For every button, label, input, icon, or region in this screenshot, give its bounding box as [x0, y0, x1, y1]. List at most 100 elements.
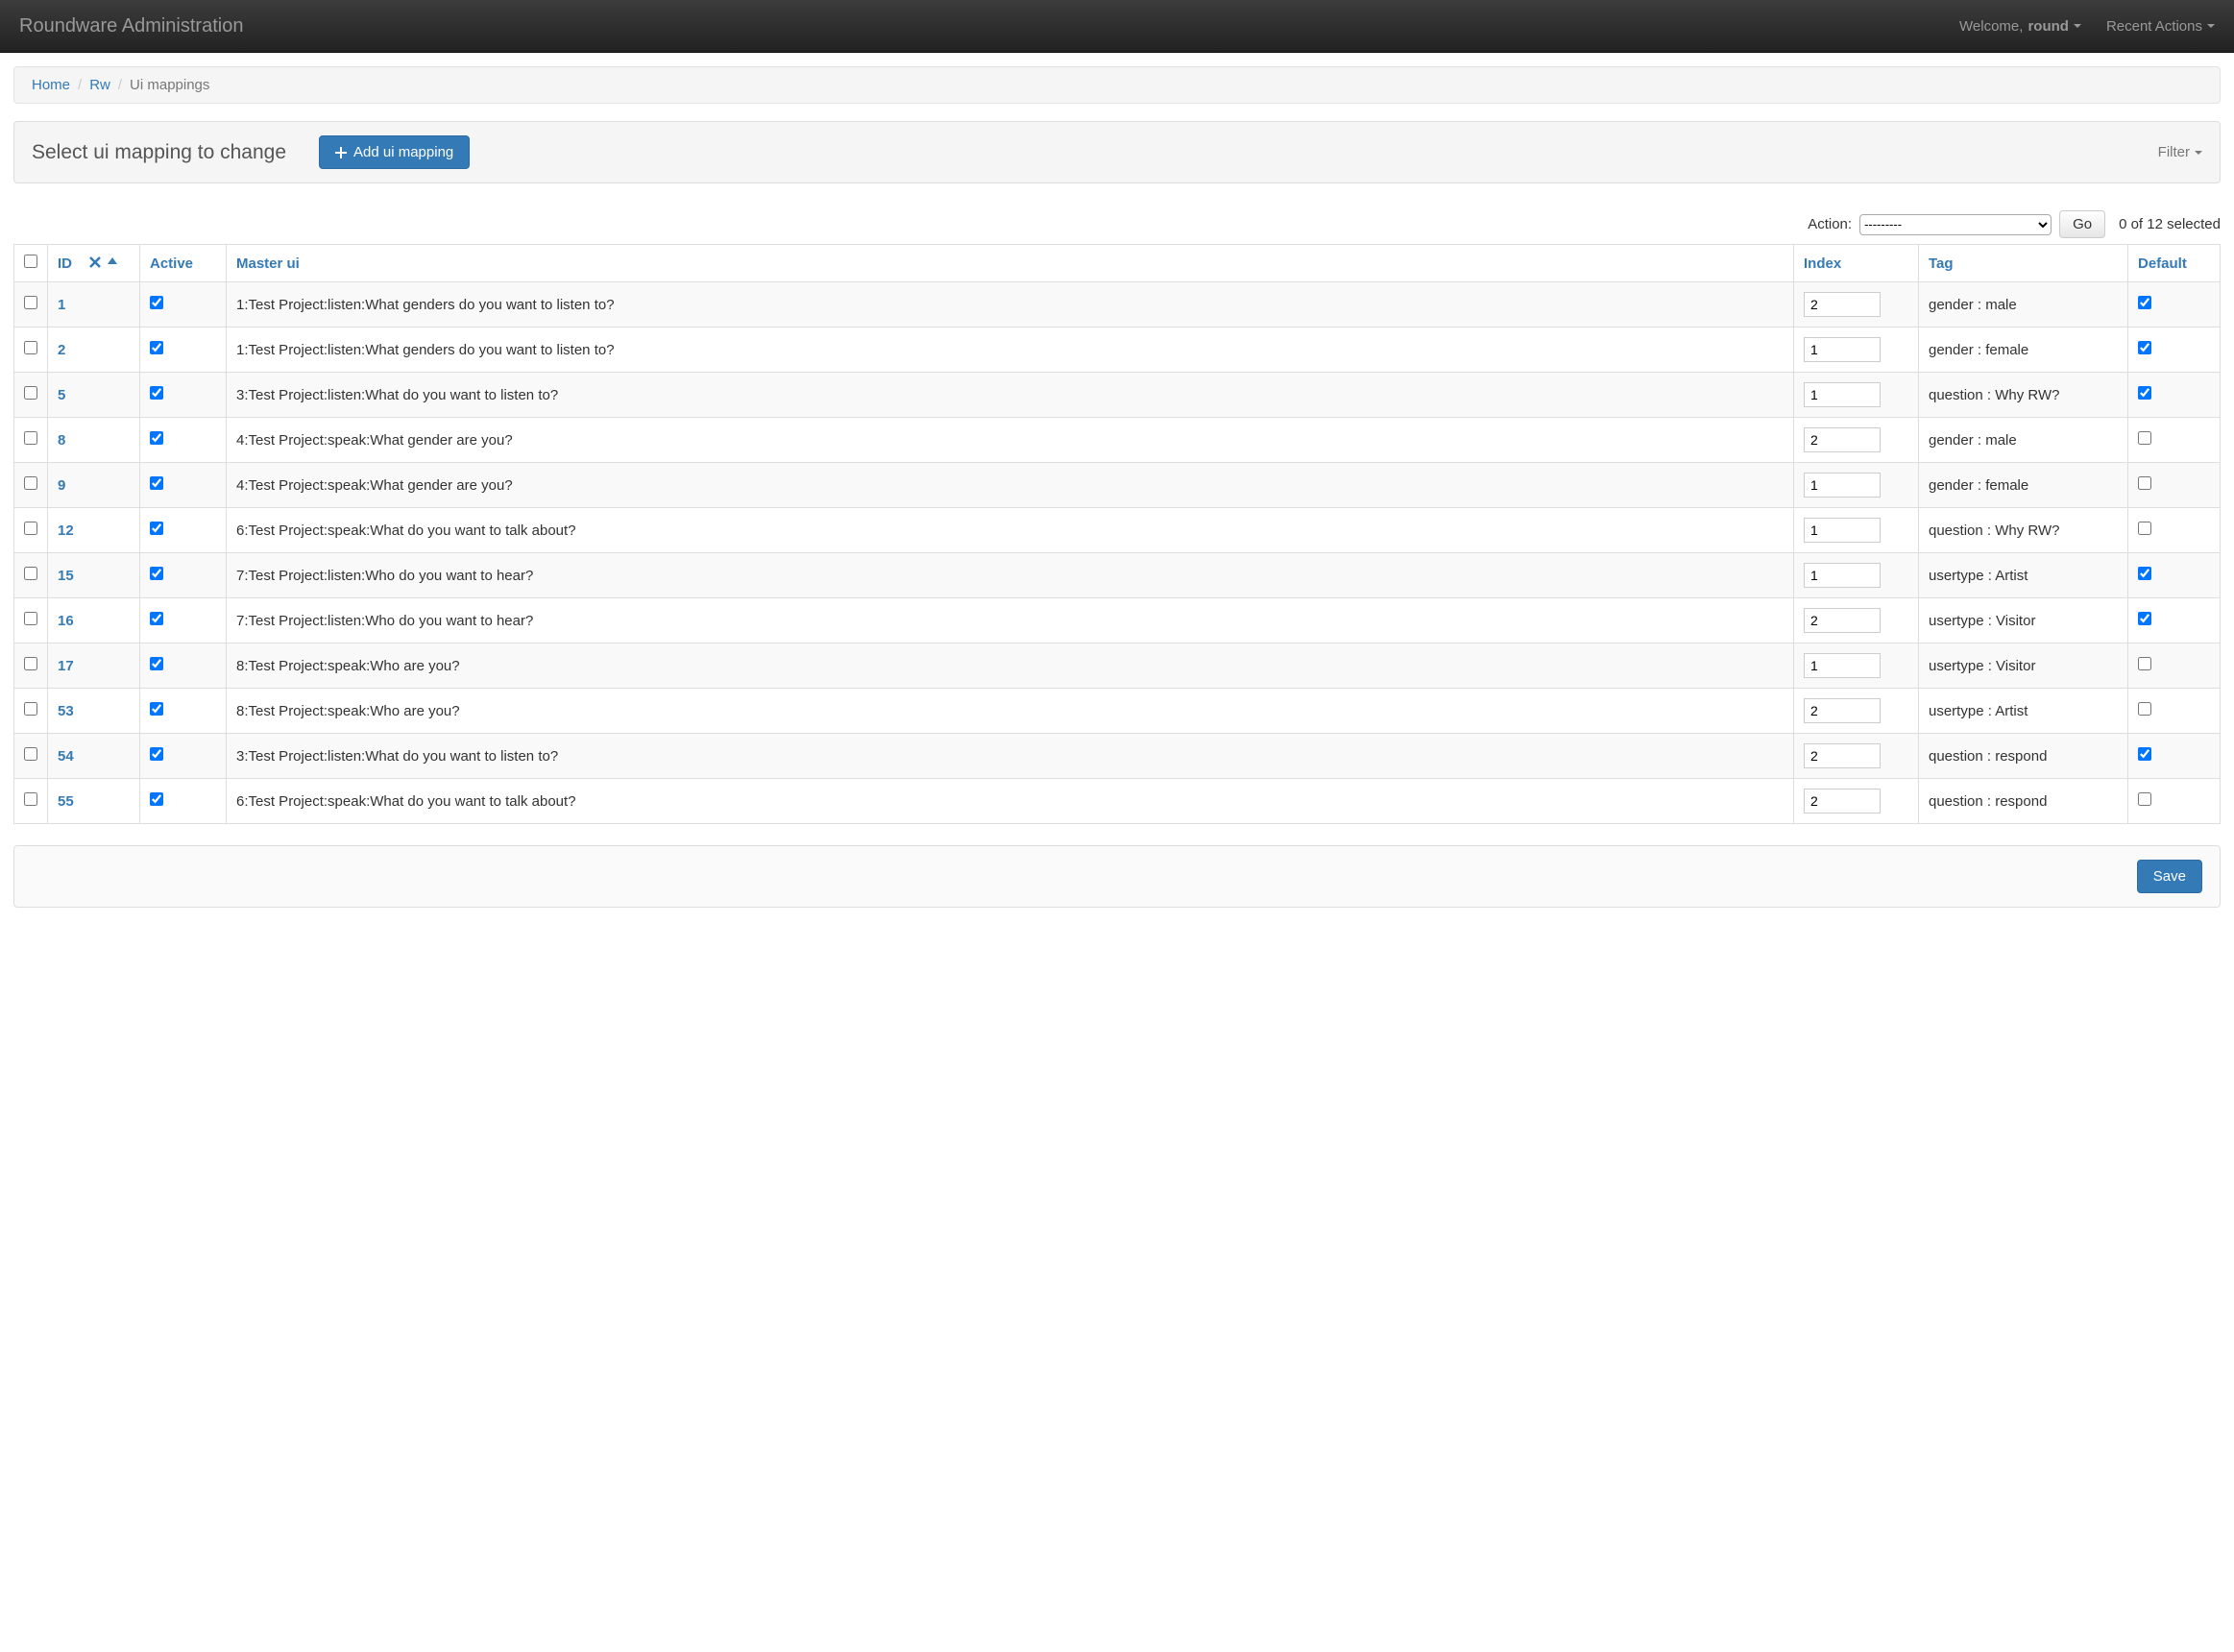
- default-checkbox[interactable]: [2138, 702, 2151, 716]
- save-bar: Save: [13, 845, 2221, 908]
- row-id-link[interactable]: 2: [58, 342, 65, 358]
- active-checkbox[interactable]: [150, 567, 163, 580]
- default-checkbox[interactable]: [2138, 386, 2151, 400]
- filter-label: Filter: [2158, 144, 2190, 160]
- tag-cell: question : Why RW?: [1919, 508, 2128, 553]
- row-select-checkbox[interactable]: [24, 476, 37, 490]
- master-ui-cell: 3:Test Project:listen:What do you want t…: [227, 373, 1794, 418]
- row-select-checkbox[interactable]: [24, 747, 37, 761]
- default-checkbox[interactable]: [2138, 657, 2151, 670]
- filter-menu[interactable]: Filter: [2158, 144, 2202, 160]
- go-button[interactable]: Go: [2059, 210, 2105, 238]
- table-row: 157:Test Project:listen:Who do you want …: [14, 553, 2221, 598]
- index-input[interactable]: [1804, 698, 1881, 723]
- column-default[interactable]: Default: [2128, 245, 2221, 282]
- select-all-checkbox[interactable]: [24, 255, 37, 268]
- tag-cell: usertype : Artist: [1919, 553, 2128, 598]
- add-ui-mapping-button[interactable]: Add ui mapping: [319, 135, 470, 169]
- active-checkbox[interactable]: [150, 792, 163, 806]
- row-id-link[interactable]: 53: [58, 703, 74, 719]
- row-id-link[interactable]: 9: [58, 477, 65, 494]
- default-checkbox[interactable]: [2138, 522, 2151, 535]
- table-row: 94:Test Project:speak:What gender are yo…: [14, 463, 2221, 508]
- breadcrumb-sep: /: [118, 77, 122, 93]
- active-checkbox[interactable]: [150, 341, 163, 354]
- active-checkbox[interactable]: [150, 431, 163, 445]
- row-select-checkbox[interactable]: [24, 431, 37, 445]
- active-checkbox[interactable]: [150, 747, 163, 761]
- column-index[interactable]: Index: [1794, 245, 1919, 282]
- navbar-right: Welcome, round Recent Actions: [1959, 18, 2215, 35]
- row-id-link[interactable]: 12: [58, 522, 74, 539]
- active-checkbox[interactable]: [150, 657, 163, 670]
- row-id-link[interactable]: 1: [58, 297, 65, 313]
- index-input[interactable]: [1804, 743, 1881, 768]
- tag-cell: gender : male: [1919, 282, 2128, 328]
- active-checkbox[interactable]: [150, 296, 163, 309]
- column-active[interactable]: Active: [140, 245, 227, 282]
- sort-remove-icon[interactable]: [89, 256, 101, 268]
- row-select-checkbox[interactable]: [24, 657, 37, 670]
- default-checkbox[interactable]: [2138, 612, 2151, 625]
- row-id-link[interactable]: 55: [58, 793, 74, 810]
- table-row: 167:Test Project:listen:Who do you want …: [14, 598, 2221, 644]
- row-select-checkbox[interactable]: [24, 612, 37, 625]
- row-select-checkbox[interactable]: [24, 702, 37, 716]
- recent-actions-menu[interactable]: Recent Actions: [2106, 18, 2215, 35]
- row-select-checkbox[interactable]: [24, 567, 37, 580]
- index-input[interactable]: [1804, 473, 1881, 498]
- action-select[interactable]: ---------: [1859, 214, 2052, 235]
- index-input[interactable]: [1804, 292, 1881, 317]
- active-checkbox[interactable]: [150, 386, 163, 400]
- row-select-checkbox[interactable]: [24, 386, 37, 400]
- row-id-link[interactable]: 54: [58, 748, 74, 765]
- index-input[interactable]: [1804, 427, 1881, 452]
- brand-link[interactable]: Roundware Administration: [19, 15, 243, 37]
- column-master-ui[interactable]: Master ui: [227, 245, 1794, 282]
- index-input[interactable]: [1804, 382, 1881, 407]
- index-input[interactable]: [1804, 518, 1881, 543]
- default-checkbox[interactable]: [2138, 476, 2151, 490]
- breadcrumb-home[interactable]: Home: [32, 77, 70, 93]
- default-checkbox[interactable]: [2138, 296, 2151, 309]
- column-id[interactable]: ID: [48, 245, 140, 282]
- welcome-menu[interactable]: Welcome, round: [1959, 18, 2081, 35]
- default-checkbox[interactable]: [2138, 341, 2151, 354]
- row-select-checkbox[interactable]: [24, 341, 37, 354]
- active-checkbox[interactable]: [150, 612, 163, 625]
- active-checkbox[interactable]: [150, 476, 163, 490]
- table-row: 543:Test Project:listen:What do you want…: [14, 734, 2221, 779]
- default-checkbox[interactable]: [2138, 567, 2151, 580]
- row-select-checkbox[interactable]: [24, 792, 37, 806]
- default-checkbox[interactable]: [2138, 747, 2151, 761]
- index-input[interactable]: [1804, 337, 1881, 362]
- master-ui-cell: 8:Test Project:speak:Who are you?: [227, 689, 1794, 734]
- caret-icon: [2195, 151, 2202, 155]
- column-tag[interactable]: Tag: [1919, 245, 2128, 282]
- tag-cell: question : respond: [1919, 779, 2128, 824]
- default-checkbox[interactable]: [2138, 792, 2151, 806]
- row-id-link[interactable]: 17: [58, 658, 74, 674]
- breadcrumb-app[interactable]: Rw: [89, 77, 110, 93]
- navbar: Roundware Administration Welcome, round …: [0, 0, 2234, 53]
- active-checkbox[interactable]: [150, 702, 163, 716]
- index-input[interactable]: [1804, 789, 1881, 814]
- master-ui-cell: 1:Test Project:listen:What genders do yo…: [227, 328, 1794, 373]
- save-button[interactable]: Save: [2137, 860, 2202, 893]
- index-input[interactable]: [1804, 563, 1881, 588]
- column-id-link[interactable]: ID: [58, 255, 72, 272]
- sort-asc-icon[interactable]: [107, 256, 118, 268]
- row-id-link[interactable]: 5: [58, 387, 65, 403]
- row-id-link[interactable]: 8: [58, 432, 65, 449]
- tag-cell: usertype : Artist: [1919, 689, 2128, 734]
- row-select-checkbox[interactable]: [24, 296, 37, 309]
- row-select-checkbox[interactable]: [24, 522, 37, 535]
- row-id-link[interactable]: 16: [58, 613, 74, 629]
- index-input[interactable]: [1804, 608, 1881, 633]
- table-row: 53 8:Test Project:speak:Who are you? usert…: [14, 689, 2221, 734]
- index-input[interactable]: [1804, 653, 1881, 678]
- active-checkbox[interactable]: [150, 522, 163, 535]
- default-checkbox[interactable]: [2138, 431, 2151, 445]
- add-button-label: Add ui mapping: [353, 144, 453, 160]
- row-id-link[interactable]: 15: [58, 568, 74, 584]
